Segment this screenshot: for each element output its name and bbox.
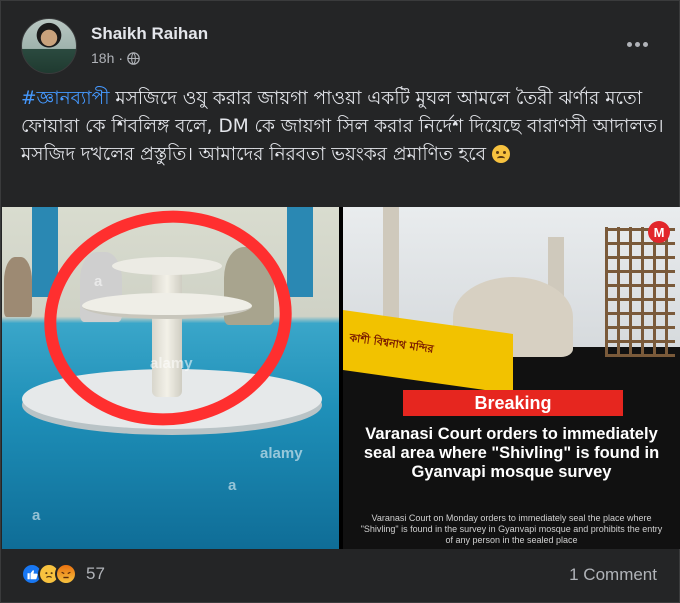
news-headline: Varanasi Court orders to immediately sea… [363,425,660,481]
reaction-count[interactable]: 57 [86,564,105,584]
post-text: #জ্ঞানব্যাপী মসজিদে ওযু করার জায়গা পাওয… [21,85,666,169]
post-media[interactable]: a alamy a alamy a কাশী বিশ্বনাথ মন্দির M… [2,207,680,549]
watermark: alamy [150,355,193,372]
post-card: Shaikh Raihan 18h · #জ্ঞানব্যাপী মসজিদে … [0,0,680,603]
channel-logo: M [648,221,670,243]
hashtag-link[interactable]: #জ্ঞানব্যাপী [21,88,110,109]
avatar[interactable] [21,18,77,74]
watermark: a [94,273,103,290]
more-options-icon[interactable] [625,32,649,56]
author-name[interactable]: Shaikh Raihan [91,24,208,44]
watermark: a [228,477,237,494]
reactions-summary[interactable]: 57 [21,563,105,585]
sad-face-emoji [491,145,510,163]
post-meta: 18h · [91,50,140,66]
news-subline: Varanasi Court on Monday orders to immed… [360,513,663,545]
watermark: a [32,507,41,524]
post-body: মসজিদে ওযু করার জায়গা পাওয়া একটি মুঘল … [21,88,664,165]
breaking-label: Breaking [403,390,623,416]
comments-link[interactable]: 1 Comment [569,565,657,585]
globe-icon [127,51,140,65]
angry-icon [55,563,77,585]
news-photo[interactable]: কাশী বিশ্বনাথ মন্দির M Breaking Varanasi… [343,207,680,549]
fountain-photo[interactable]: a alamy a alamy a [2,207,339,549]
post-header: Shaikh Raihan 18h · [21,18,661,78]
watermark: alamy [260,445,303,462]
post-time[interactable]: 18h [91,50,114,66]
post-footer: 57 1 Comment [21,561,661,591]
